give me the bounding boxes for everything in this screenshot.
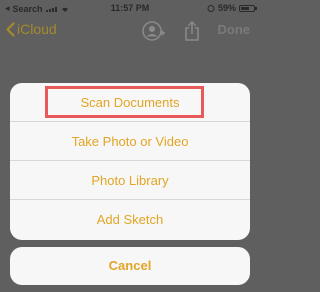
share-icon[interactable]	[184, 21, 200, 42]
chevron-left-icon	[6, 21, 15, 37]
status-right: 59%	[207, 3, 257, 13]
nav-bar: iCloud Done	[0, 16, 260, 46]
take-photo-or-video-option[interactable]: Take Photo or Video	[10, 122, 250, 161]
back-button[interactable]: iCloud	[6, 21, 57, 37]
back-button-label: iCloud	[17, 21, 57, 37]
add-person-icon[interactable]	[142, 21, 166, 41]
battery-icon	[239, 4, 257, 12]
add-sketch-option[interactable]: Add Sketch	[10, 200, 250, 240]
cancel-button[interactable]: Cancel	[10, 247, 250, 285]
alarm-icon	[207, 5, 215, 12]
status-bar: ◂ Search 11:57 PM 59%	[0, 0, 260, 16]
done-button[interactable]: Done	[218, 22, 251, 37]
photo-library-option[interactable]: Photo Library	[10, 161, 250, 200]
scan-documents-highlight-box	[45, 86, 204, 118]
battery-percent: 59%	[217, 3, 236, 13]
